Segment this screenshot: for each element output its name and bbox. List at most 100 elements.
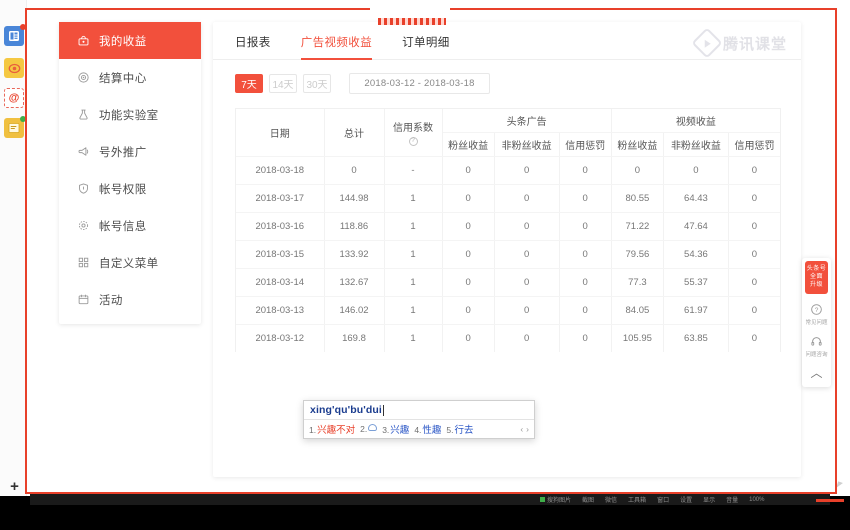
taskbar-accent-bar xyxy=(816,499,844,502)
cell-value: 0 xyxy=(559,184,612,213)
sub-ad-nonfan-earnings: 非粉丝收益 xyxy=(494,132,560,157)
table-body: 2018-03-18 0-0 0 0 0 0 0 2018-03-17 144.98 1 0 0 0 80… xyxy=(236,156,780,352)
selection-handle-marker xyxy=(378,18,446,25)
date-range-picker[interactable]: 2018-03-12 - 2018-03-18 xyxy=(349,73,490,94)
ime-candidate-2[interactable]: 2. xyxy=(360,424,378,434)
sidebar-item-account-permissions[interactable]: 帐号权限 xyxy=(59,170,201,207)
faq-button[interactable]: ? 常见问题 xyxy=(802,298,831,330)
watermark-text: 腾讯课堂 xyxy=(722,35,787,53)
cell-value: 1 xyxy=(384,212,443,241)
cell-value: 0 xyxy=(442,268,495,297)
sidebar-item-my-earnings[interactable]: 我的收益 xyxy=(59,22,201,59)
megaphone-icon xyxy=(76,144,91,159)
range-30-days[interactable]: 30天 xyxy=(303,74,331,93)
cell-value: 0 xyxy=(728,184,780,213)
taskbar-item[interactable]: 窗口 xyxy=(657,495,669,504)
sidebar-item-feature-lab[interactable]: 功能实验室 xyxy=(59,96,201,133)
sidebar-item-promotion[interactable]: 号外推广 xyxy=(59,133,201,170)
taskbar-item-label: 截图 xyxy=(582,498,595,504)
sub-video-nonfan-earnings: 非粉丝收益 xyxy=(663,132,729,157)
note-icon[interactable] xyxy=(4,116,26,138)
col-total: 总计 xyxy=(324,109,385,157)
taskbar-item[interactable]: 截图 xyxy=(582,495,594,504)
taskbar-item[interactable]: 100% xyxy=(749,497,764,503)
ime-candidate-index: 5. xyxy=(446,425,454,435)
taskbar-item[interactable]: 音量 xyxy=(726,495,738,504)
cell-value: 0 xyxy=(494,156,560,185)
sub-ad-credit-penalty: 信用惩罚 xyxy=(559,132,612,157)
col-credit-coefficient-label: 信用系数 xyxy=(393,122,433,134)
cell-value: 1 xyxy=(384,240,443,269)
wallet-icon xyxy=(76,33,91,48)
ime-next-page-icon[interactable]: › xyxy=(526,424,529,434)
help-icon[interactable]: ? xyxy=(408,136,418,146)
cell-value: 0 xyxy=(442,240,495,269)
panel-icon[interactable] xyxy=(4,24,26,46)
cell-date: 2018-03-14 xyxy=(236,268,325,297)
sidebar-item-label: 结算中心 xyxy=(99,72,147,85)
cell-value: 1 xyxy=(384,268,443,297)
cell-value: 0 xyxy=(559,268,612,297)
table-row: 2018-03-15 133.92 1 0 0 0 79.56 54.36 0 xyxy=(236,240,780,269)
promo-line-1: 头条号 xyxy=(806,266,827,272)
note-badge xyxy=(20,116,26,122)
sidebar-item-activities[interactable]: 活动 xyxy=(59,281,201,318)
tab-daily-report[interactable]: 日报表 xyxy=(235,34,271,59)
ime-candidate-text: 兴趣不对 xyxy=(317,425,356,436)
cell-value: 0 xyxy=(442,212,495,241)
range-14-days[interactable]: 14天 xyxy=(269,74,297,93)
weibo-eye-icon[interactable] xyxy=(4,58,24,78)
ime-candidate-4[interactable]: 4. 性趣 xyxy=(414,422,441,436)
sidebar-item-account-info[interactable]: 帐号信息 xyxy=(59,207,201,244)
ime-composition-field[interactable]: xing'qu'bu'dui xyxy=(304,401,534,420)
table-row: 2018-03-17 144.98 1 0 0 0 80.55 64.43 0 xyxy=(236,184,780,213)
cell-value: 0 xyxy=(728,212,780,241)
ime-candidate-3[interactable]: 3. 兴趣 xyxy=(382,422,409,436)
ime-prev-page-icon[interactable]: ‹ xyxy=(520,424,523,434)
cell-value: 55.37 xyxy=(663,268,729,297)
ime-candidate-5[interactable]: 5. 行去 xyxy=(446,422,473,436)
tencent-classroom-logo: 腾讯课堂 xyxy=(691,27,787,59)
upgrade-promo-button[interactable]: 头条号 全面 升级 xyxy=(805,261,828,294)
ime-candidate-index: 1. xyxy=(309,425,317,435)
taskbar-item[interactable]: 微信 xyxy=(605,495,617,504)
taskbar-item-label: 工具箱 xyxy=(628,498,647,504)
at-mention-icon[interactable]: @ xyxy=(4,88,24,108)
cell-value: 0 xyxy=(442,296,495,325)
tab-order-details[interactable]: 订单明细 xyxy=(402,34,450,59)
cell-value: 1 xyxy=(384,296,443,325)
cell-date: 2018-03-17 xyxy=(236,184,325,213)
range-7-days[interactable]: 7天 xyxy=(235,74,263,93)
taskbar-item[interactable]: 工具箱 xyxy=(628,495,646,504)
sidebar-item-custom-menu[interactable]: 自定义菜单 xyxy=(59,244,201,281)
taskbar-item[interactable]: 搜狗图片 xyxy=(540,495,571,504)
taskbar-item-label: 音量 xyxy=(726,498,739,504)
support-button[interactable]: 问题咨询 xyxy=(802,330,831,362)
sub-video-fan-earnings: 粉丝收益 xyxy=(611,132,664,157)
cell-value: 0 xyxy=(442,156,495,185)
add-panel-button[interactable]: + xyxy=(8,479,21,494)
cell-value: 144.98 xyxy=(324,184,385,213)
ime-candidate-1[interactable]: 1. 兴趣不对 xyxy=(309,422,355,436)
cell-value: 0 xyxy=(559,324,612,352)
back-to-top-button[interactable]: ︿ xyxy=(802,362,831,383)
sidebar-item-settlement-center[interactable]: 结算中心 xyxy=(59,59,201,96)
tab-ad-video-earnings[interactable]: 广告视频收益 xyxy=(300,34,373,60)
taskbar-item[interactable]: 显示 xyxy=(703,495,715,504)
ime-candidate-index: 4. xyxy=(414,425,422,435)
cell-value: - xyxy=(384,156,443,185)
cell-value: 0 xyxy=(611,156,664,185)
cell-value: 0 xyxy=(494,184,560,213)
sidebar-item-label: 功能实验室 xyxy=(99,109,159,122)
screen-root: @ + 我的收益 结算中心 功能实验室 号外推广 帐号权限 帐号信息 自定义菜单… xyxy=(0,0,850,530)
taskbar-item-label: 搜狗图片 xyxy=(547,498,572,504)
cell-value: 0 xyxy=(494,324,560,352)
ime-caret xyxy=(382,404,384,416)
taskbar-item[interactable]: 设置 xyxy=(680,495,692,504)
cell-value: 80.55 xyxy=(611,184,664,213)
calendar-icon xyxy=(76,292,91,307)
cell-value: 77.3 xyxy=(611,268,664,297)
sidebar-item-label: 帐号权限 xyxy=(99,183,147,196)
taskbar-item-label: 微信 xyxy=(605,498,618,504)
right-floating-rail: 头条号 全面 升级 ? 常见问题 问题咨询 ︿ xyxy=(802,258,831,387)
